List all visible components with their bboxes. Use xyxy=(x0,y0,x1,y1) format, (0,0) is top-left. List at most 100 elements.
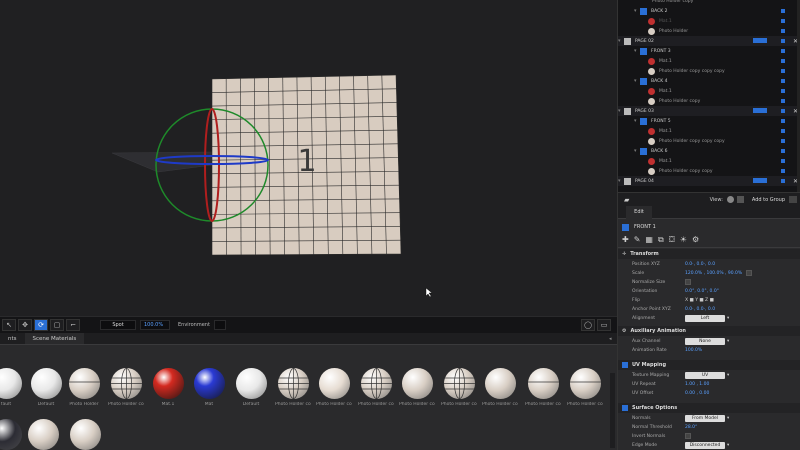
chevron-down-icon[interactable]: ▾ xyxy=(618,108,621,114)
page-badge[interactable] xyxy=(753,108,767,113)
alignment-dropdown[interactable]: Left xyxy=(685,314,725,322)
add-to-group-button[interactable]: Add to Group xyxy=(752,197,785,203)
select-tool-icon[interactable]: ↖ xyxy=(2,319,16,331)
environment-swatch[interactable] xyxy=(213,320,226,330)
visibility-toggle[interactable] xyxy=(781,179,785,183)
light-type-field[interactable]: Spot xyxy=(100,320,136,330)
layer-row-mat[interactable]: Photo Holder copy copy xyxy=(618,166,800,176)
visibility-toggle[interactable] xyxy=(781,69,785,73)
chevron-down-icon[interactable]: ▾ xyxy=(727,443,729,448)
anim-rate-field[interactable]: 100.0% xyxy=(685,348,702,353)
layer-row-mat[interactable]: Photo Holder copy copy copy xyxy=(618,66,800,76)
transform-section-header[interactable]: ✛ Transform xyxy=(618,249,800,259)
3d-viewport[interactable]: 1 xyxy=(0,0,617,316)
visibility-toggle[interactable] xyxy=(781,89,785,93)
chevron-down-icon[interactable]: ▾ xyxy=(727,373,729,378)
zoom-level-field[interactable]: 100.0% xyxy=(140,320,170,330)
edge-mode-dropdown[interactable]: Disconnected xyxy=(685,441,725,449)
texture-icon[interactable]: ▦ xyxy=(645,235,653,245)
layer-row-face[interactable]: ▾ FRONT 5 xyxy=(618,116,800,126)
layer-row-mat[interactable]: Mat.1 xyxy=(618,16,800,26)
normals-dropdown[interactable]: From Model xyxy=(685,414,725,422)
visibility-toggle[interactable] xyxy=(781,119,785,123)
layer-row-mat[interactable]: Mat.1 xyxy=(618,126,800,136)
materials-scrollbar[interactable] xyxy=(610,373,615,448)
visibility-toggle[interactable] xyxy=(781,129,785,133)
move-tool-icon[interactable]: ✥ xyxy=(18,319,32,331)
material-swatch[interactable]: Mat.1 xyxy=(150,368,186,407)
visibility-toggle[interactable] xyxy=(781,39,785,43)
visibility-toggle[interactable] xyxy=(781,169,785,173)
orientation-field[interactable]: 0.0°, 0.0°, 0.0° xyxy=(685,289,719,294)
chevron-down-icon[interactable]: ▾ xyxy=(634,118,637,124)
tab-edit[interactable]: Edit xyxy=(626,206,652,219)
chevron-down-icon[interactable]: ▾ xyxy=(727,316,729,321)
layer-row-mat[interactable]: Mat.1 xyxy=(618,156,800,166)
chevron-down-icon[interactable]: ▾ xyxy=(727,339,729,344)
visibility-toggle[interactable] xyxy=(781,109,785,113)
scale-lock-toggle[interactable] xyxy=(746,270,753,276)
page-badge[interactable] xyxy=(753,178,767,183)
duplicate-icon[interactable]: ⧉ xyxy=(658,235,664,245)
bucket-icon[interactable]: ⛋ xyxy=(669,235,675,245)
material-swatch[interactable]: Photo Holder copy xyxy=(358,368,394,407)
flip-checkboxes[interactable]: X ■ Y ■ Z ■ xyxy=(685,298,714,303)
normal-threshold-field[interactable]: 28.0° xyxy=(685,425,697,430)
layer-row-face[interactable]: ▾ BACK 6 xyxy=(618,146,800,156)
normalize-checkbox[interactable] xyxy=(685,279,691,285)
invert-normals-checkbox[interactable] xyxy=(685,433,691,439)
scale-field[interactable]: 120.0% , 100.0% , 90.0% xyxy=(685,271,742,276)
material-swatch[interactable]: fault xyxy=(0,368,24,407)
material-swatch[interactable]: Photo Holder copy xyxy=(567,368,603,407)
material-swatch[interactable]: Photo Holder copy xyxy=(441,368,477,407)
anchor-field[interactable]: 0.0·, 0.0·, 0.0 xyxy=(685,307,715,312)
layer-row-mat[interactable]: Photo Holder copy copy copy xyxy=(618,136,800,146)
view-mode-icon[interactable] xyxy=(726,196,734,203)
rotate-tool-icon[interactable]: ⟳ xyxy=(34,319,48,331)
material-swatch[interactable]: Photo Holder copy xyxy=(25,419,61,450)
material-swatch[interactable]: Photo Holder copy xyxy=(399,368,435,407)
aux-section-header[interactable]: ⚙ Auxiliary Animation xyxy=(618,326,800,336)
visibility-toggle[interactable] xyxy=(781,19,785,23)
layer-row-page[interactable]: ▾ PAGE 02 ✕ xyxy=(618,36,800,46)
surface-section-header[interactable]: Surface Options xyxy=(618,403,800,413)
add-icon[interactable]: ✚ xyxy=(622,235,629,245)
view-options-icon[interactable] xyxy=(736,196,744,203)
layer-row-mat[interactable]: Mat.1 xyxy=(618,56,800,66)
folder-icon[interactable]: ▰ xyxy=(624,196,629,204)
layer-row-mat[interactable]: Mat.1 xyxy=(618,86,800,96)
chevron-down-icon[interactable]: ▾ xyxy=(634,78,637,84)
material-swatch[interactable]: Default xyxy=(28,368,64,407)
layer-row-mat[interactable]: Photo Holder copy xyxy=(618,96,800,106)
visibility-toggle[interactable] xyxy=(781,59,785,63)
layer-row-face[interactable]: ▾ BACK 2 xyxy=(618,6,800,16)
material-swatch[interactable]: Photo Holder copy xyxy=(275,368,311,407)
chevron-down-icon[interactable]: ▾ xyxy=(634,48,637,54)
layers-list[interactable]: Photo Holder copy ▾ BACK 2 Mat.1 Photo Holde… xyxy=(618,0,800,192)
panel-collapse-icon[interactable]: ◂ xyxy=(609,333,617,344)
scale-tool-icon[interactable]: ▢ xyxy=(50,319,64,331)
chevron-down-icon[interactable]: ▾ xyxy=(618,38,621,44)
chevron-down-icon[interactable]: ▾ xyxy=(634,8,637,14)
uv-offset-field[interactable]: 0.00 , 0.00 xyxy=(685,391,709,396)
position-field[interactable]: 0.0·, 0.0·, 0.0 xyxy=(685,262,715,267)
tab-scene-materials[interactable]: Scene Materials xyxy=(24,333,85,344)
visibility-toggle[interactable] xyxy=(781,159,785,163)
gear-icon[interactable]: ⚙ xyxy=(692,235,699,245)
visibility-toggle[interactable] xyxy=(781,139,785,143)
display-icon[interactable]: ▭ xyxy=(597,319,611,331)
layer-row-face[interactable]: ▾ FRONT 3 xyxy=(618,46,800,56)
visibility-toggle[interactable] xyxy=(781,29,785,33)
visibility-toggle[interactable] xyxy=(781,149,785,153)
viewport-canvas[interactable]: 1 xyxy=(0,0,617,316)
visibility-toggle[interactable] xyxy=(781,49,785,53)
paint-icon[interactable]: ✎ xyxy=(634,235,641,245)
chevron-down-icon[interactable]: ▾ xyxy=(727,416,729,421)
layer-row-mat[interactable]: Photo Holder xyxy=(618,26,800,36)
material-swatch[interactable]: Mat xyxy=(191,368,227,407)
tab-presets[interactable]: nts xyxy=(0,333,25,344)
uv-repeat-field[interactable]: 1.00 , 1.00 xyxy=(685,382,709,387)
material-swatch[interactable]: Photo Holder copy xyxy=(108,368,144,407)
material-swatch[interactable]: Photo Holder copy xyxy=(482,368,518,407)
visibility-toggle[interactable] xyxy=(781,9,785,13)
